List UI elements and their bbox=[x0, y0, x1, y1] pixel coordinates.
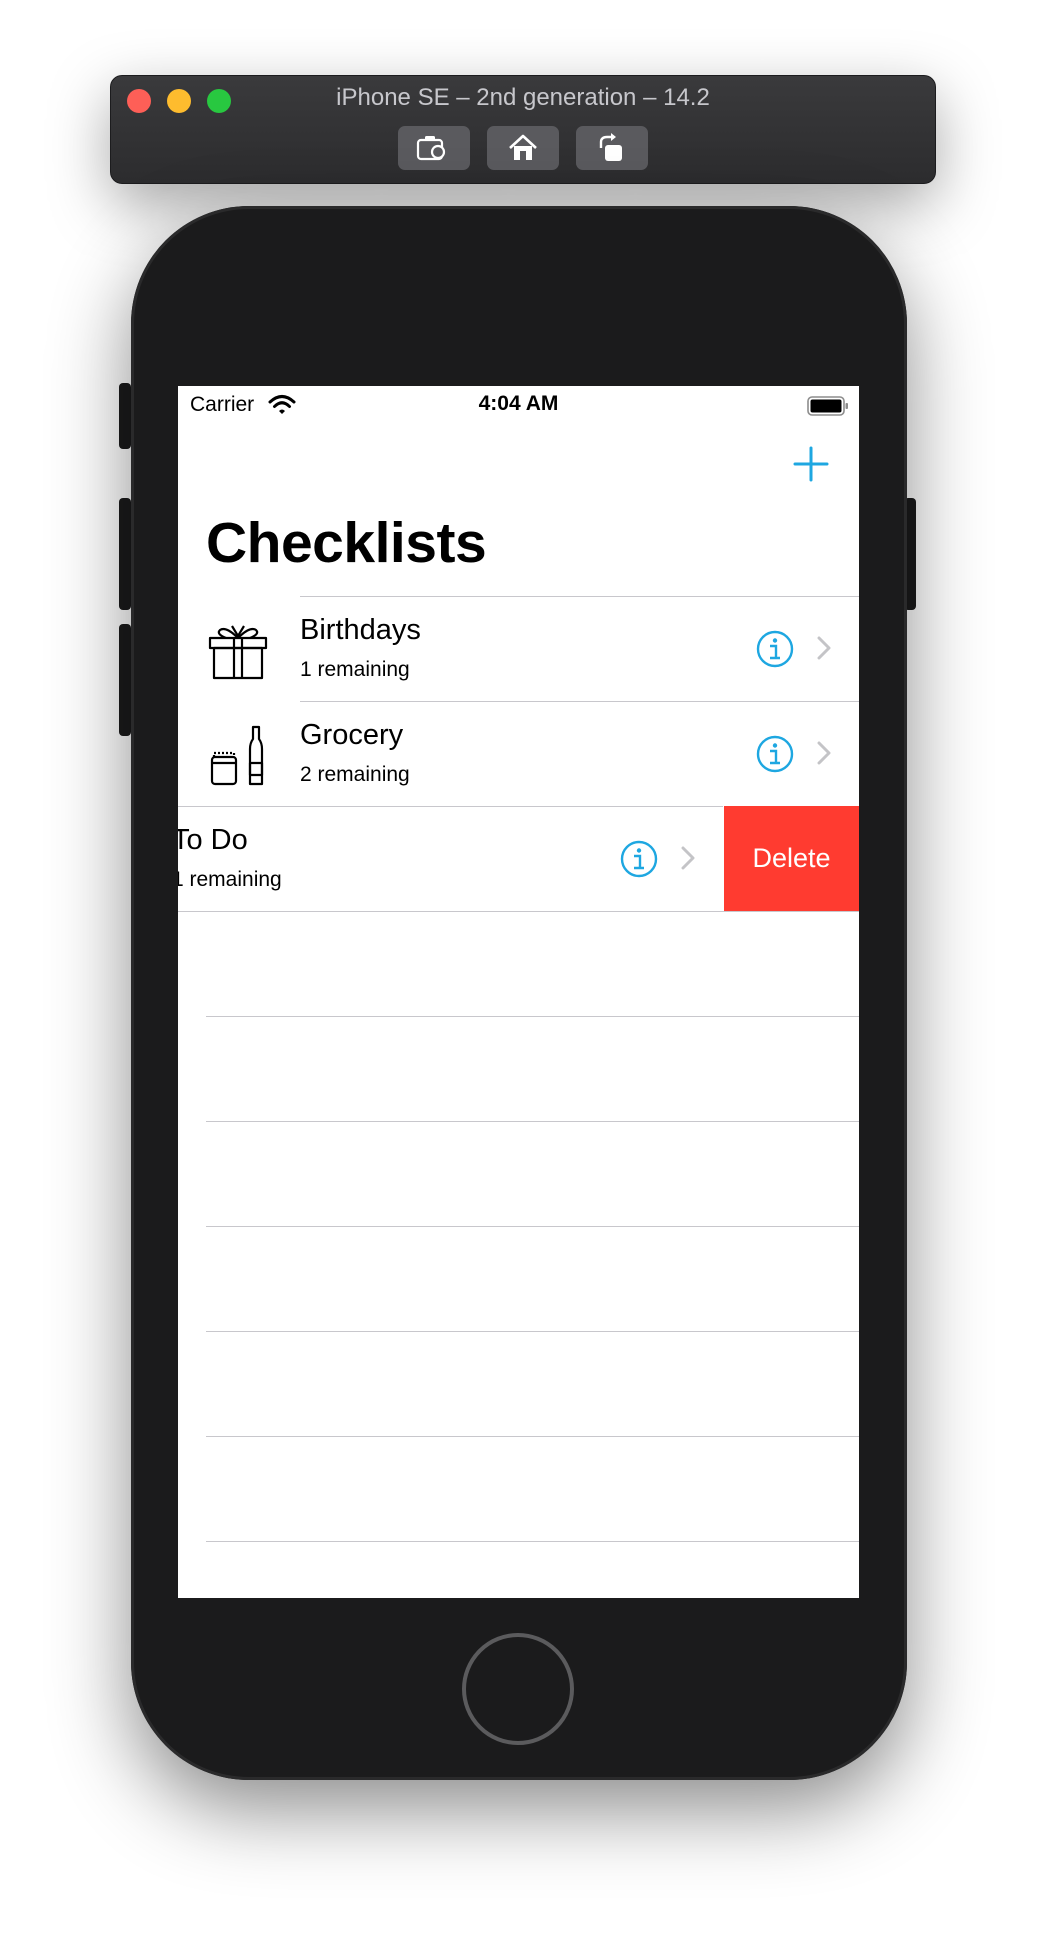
empty-row-separator bbox=[206, 1226, 859, 1227]
swiped-row-content: To Do 1 remaining bbox=[178, 806, 723, 911]
row-separator bbox=[300, 596, 859, 597]
empty-row-separator bbox=[206, 1121, 859, 1122]
info-icon[interactable] bbox=[619, 839, 659, 879]
simulator-title: iPhone SE – 2nd generation – 14.2 bbox=[336, 84, 710, 111]
checklist-title: Birthdays bbox=[300, 614, 421, 646]
gift-icon bbox=[208, 625, 268, 680]
delete-button[interactable]: Delete bbox=[724, 806, 859, 911]
chevron-right-icon bbox=[681, 846, 695, 870]
simulator-window: iPhone SE – 2nd generation – 14.2 bbox=[110, 75, 936, 184]
checklist-remaining: 1 remaining bbox=[300, 658, 410, 681]
checklist-title: Grocery bbox=[300, 719, 404, 751]
info-icon[interactable] bbox=[755, 734, 795, 774]
empty-row-separator bbox=[206, 1541, 859, 1542]
home-icon bbox=[509, 134, 537, 160]
groceries-icon bbox=[210, 725, 264, 786]
checklist-row-swiped[interactable]: To Do 1 remaining Delete bbox=[178, 806, 859, 911]
rotate-icon bbox=[599, 133, 622, 161]
iphone-screen: Carrier 4:04 AM Checklists Birthdays 1 r… bbox=[178, 386, 859, 1598]
empty-row-separator bbox=[206, 1016, 859, 1017]
screenshot-button[interactable] bbox=[398, 126, 470, 170]
row-separator bbox=[178, 911, 859, 912]
add-checklist-button[interactable] bbox=[791, 444, 831, 484]
home-button-tool[interactable] bbox=[487, 126, 559, 170]
status-bar: Carrier 4:04 AM bbox=[178, 386, 859, 426]
checklist-remaining: 1 remaining bbox=[178, 868, 282, 891]
battery-icon bbox=[807, 396, 848, 416]
volume-up-button bbox=[119, 498, 131, 610]
chevron-right-icon bbox=[817, 636, 831, 660]
chevron-right-icon bbox=[817, 741, 831, 765]
home-button[interactable] bbox=[462, 1633, 574, 1745]
checklist-remaining: 2 remaining bbox=[300, 763, 410, 786]
info-icon[interactable] bbox=[755, 629, 795, 669]
empty-row-separator bbox=[206, 1436, 859, 1437]
screenshot-icon bbox=[416, 136, 446, 161]
volume-down-button bbox=[119, 624, 131, 736]
checklist-row[interactable]: Grocery 2 remaining bbox=[178, 701, 859, 806]
row-separator bbox=[300, 701, 859, 702]
rotate-button[interactable] bbox=[576, 126, 648, 170]
mute-switch bbox=[119, 383, 131, 449]
checklist-row[interactable]: Birthdays 1 remaining bbox=[178, 596, 859, 701]
row-separator bbox=[178, 806, 723, 807]
empty-row-separator bbox=[206, 1331, 859, 1332]
status-time: 4:04 AM bbox=[478, 392, 559, 415]
page-title: Checklists bbox=[206, 511, 487, 575]
checklist-title: To Do bbox=[178, 824, 248, 856]
